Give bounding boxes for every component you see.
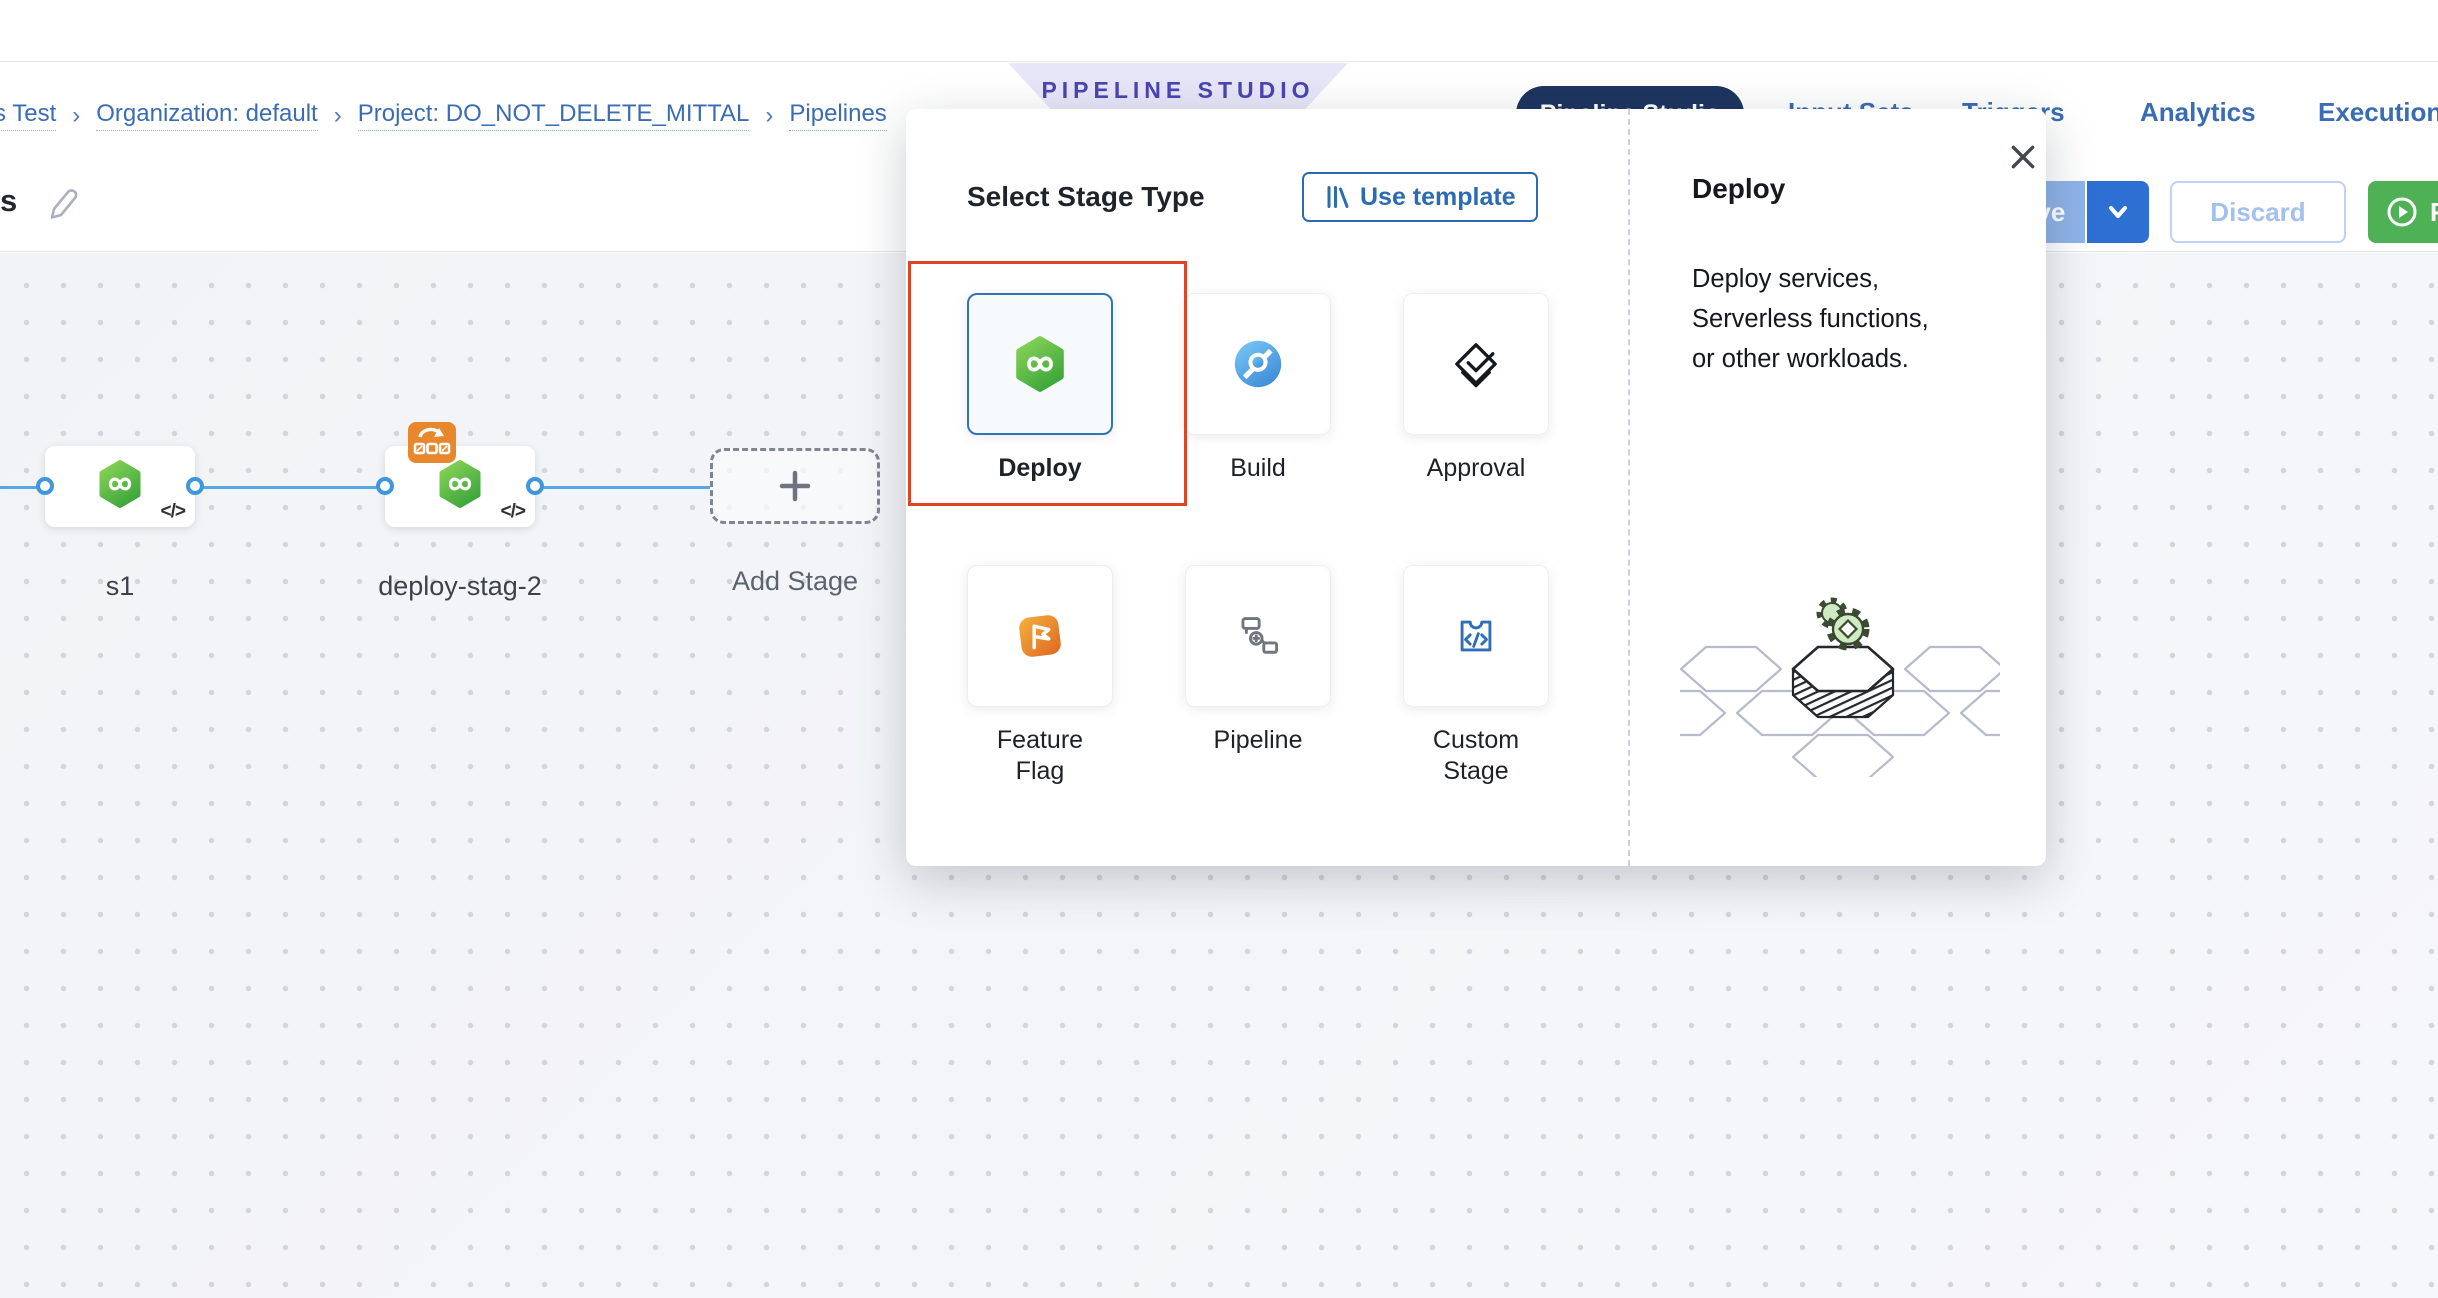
stage-label-s1: s1 xyxy=(45,571,195,602)
node-port[interactable] xyxy=(36,477,54,495)
template-library-icon xyxy=(1324,184,1350,210)
stage-type-pipeline[interactable] xyxy=(1185,565,1331,707)
breadcrumb-item-pipelines[interactable]: Pipelines xyxy=(789,100,886,131)
run-button[interactable]: Run xyxy=(2368,181,2438,243)
yaml-code-icon[interactable]: </> xyxy=(501,501,525,523)
stage-type-label: Deploy xyxy=(931,453,1149,484)
stage-type-feature-flag[interactable] xyxy=(967,565,1113,707)
breadcrumb-separator: › xyxy=(72,102,80,130)
pipeline-title-fragment: s xyxy=(0,183,17,219)
node-port[interactable] xyxy=(526,477,544,495)
deploy-hexagon-icon xyxy=(1011,335,1069,393)
save-options-button[interactable] xyxy=(2087,181,2149,243)
breadcrumb-separator: › xyxy=(765,102,773,130)
add-stage-label: Add Stage xyxy=(710,566,880,597)
use-template-button[interactable]: Use template xyxy=(1302,172,1538,222)
deploy-hexagon-illustration xyxy=(1680,577,2000,777)
nav-tab-execution-history[interactable]: Execution xyxy=(2318,97,2438,128)
stage-label-deploy-stag-2: deploy-stag-2 xyxy=(325,571,595,602)
pipeline-chain-icon xyxy=(1229,607,1287,665)
stage-type-label: Approval xyxy=(1367,453,1585,484)
select-stage-type-modal: Select Stage Type Use template xyxy=(906,109,2046,866)
detail-title: Deploy xyxy=(1692,173,1785,205)
add-stage-button[interactable] xyxy=(710,448,880,524)
top-strip xyxy=(0,0,2438,62)
breadcrumb-item-organization[interactable]: Organization: default xyxy=(96,100,317,131)
custom-stage-icon xyxy=(1447,607,1505,665)
stage-type-build[interactable] xyxy=(1185,293,1331,435)
close-icon[interactable] xyxy=(2001,135,2045,179)
edit-pencil-icon[interactable] xyxy=(42,180,84,222)
nav-tab-analytics[interactable]: Analytics xyxy=(2140,97,2256,128)
build-ci-icon xyxy=(1229,335,1287,393)
node-port[interactable] xyxy=(376,477,394,495)
modal-title: Select Stage Type xyxy=(967,181,1205,213)
stage-type-label: Feature Flag xyxy=(931,725,1149,787)
breadcrumb: s Test › Organization: default › Project… xyxy=(0,100,887,131)
run-button-label: Run xyxy=(2430,197,2438,228)
node-port[interactable] xyxy=(186,477,204,495)
stage-type-approval[interactable] xyxy=(1403,293,1549,435)
stage-type-label: Build xyxy=(1149,453,1367,484)
approval-diamond-check-icon xyxy=(1446,334,1506,394)
stage-type-label: Pipeline xyxy=(1149,725,1367,756)
stage-type-label: Custom Stage xyxy=(1367,725,1585,787)
stage-type-panel: Select Stage Type Use template xyxy=(906,109,1628,866)
stage-node-deploy-stag-2[interactable]: </> xyxy=(385,446,535,527)
yaml-code-icon[interactable]: </> xyxy=(161,501,185,523)
breadcrumb-item-account[interactable]: s Test xyxy=(0,100,56,131)
stage-type-custom-stage[interactable] xyxy=(1403,565,1549,707)
pipeline-edge xyxy=(535,486,710,489)
stage-detail-panel: Deploy Deploy services, Serverless funct… xyxy=(1628,109,2046,866)
plus-icon xyxy=(773,464,817,508)
breadcrumb-separator: › xyxy=(334,102,342,130)
detail-description: Deploy services, Serverless functions, o… xyxy=(1692,259,2002,379)
stage-type-deploy[interactable] xyxy=(967,293,1113,435)
feature-flag-icon xyxy=(1011,607,1069,665)
breadcrumb-item-project[interactable]: Project: DO_NOT_DELETE_MITTAL xyxy=(358,100,750,131)
run-play-icon xyxy=(2384,194,2420,230)
pipeline-edge xyxy=(195,486,385,489)
rolling-deploy-badge-icon xyxy=(408,422,456,463)
chevron-down-icon xyxy=(2105,199,2131,225)
cd-hexagon-icon xyxy=(435,458,485,510)
stage-node-s1[interactable]: </> xyxy=(45,446,195,527)
use-template-label: Use template xyxy=(1360,183,1516,212)
cd-hexagon-icon xyxy=(95,458,145,510)
discard-button[interactable]: Discard xyxy=(2170,181,2346,243)
